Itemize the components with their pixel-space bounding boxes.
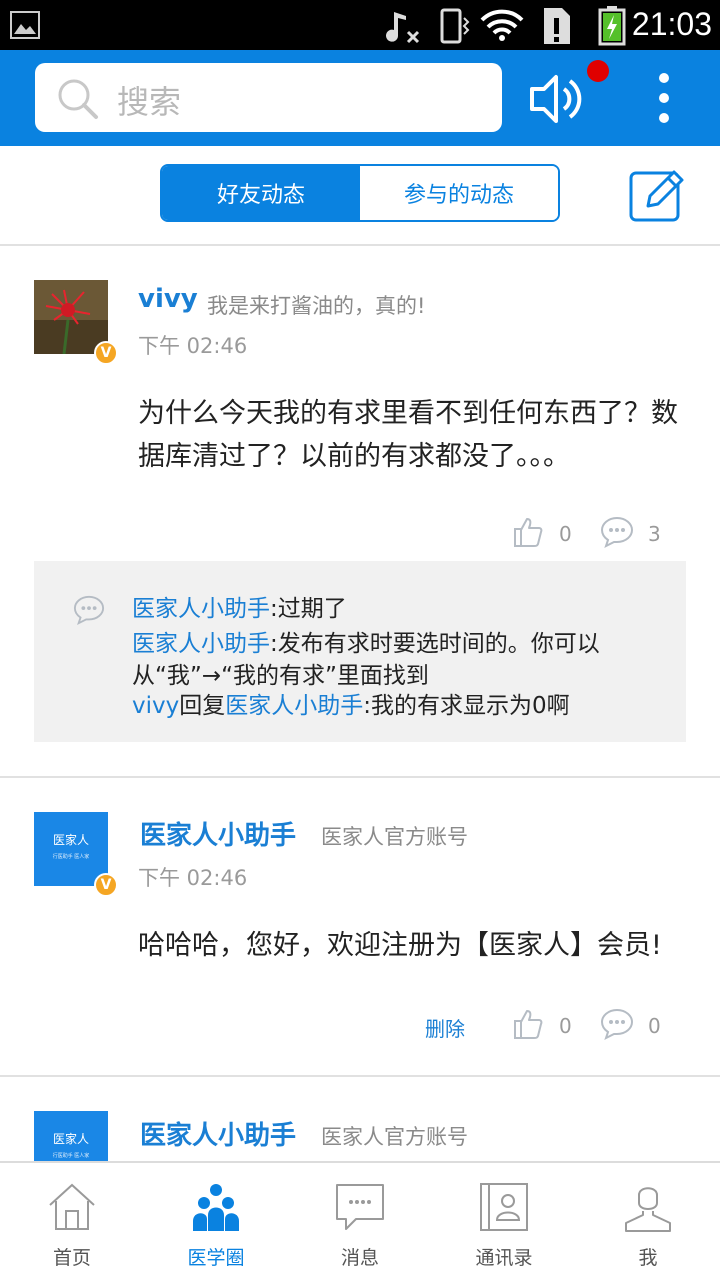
nav-contacts[interactable]: 通讯录 (432, 1163, 576, 1280)
user-icon (625, 1187, 671, 1232)
post-content: 为什么今天我的有求里看不到任何东西了？数据库清过了？以前的有求都没了。。。 (138, 398, 678, 472)
post-author-name[interactable]: 医家人小助手 (140, 1115, 296, 1152)
comment-item[interactable]: 医家人小助手:发布有求时要选时间的。你可以从“我”→“我的有求”里面找到 (132, 628, 672, 692)
comment-author[interactable]: 医家人小助手 (132, 596, 270, 622)
post-time: 下午 02:46 (138, 334, 248, 358)
comment-item[interactable]: vivy回复医家人小助手:我的有求显示为0啊 (132, 690, 570, 722)
avatar[interactable]: 医家人 行医助手 医人家 (34, 812, 108, 886)
status-bar: 21:03 (0, 0, 720, 50)
comment-author[interactable]: 医家人小助手 (132, 631, 270, 657)
avatar-subtext: 行医助手 医人家 (52, 854, 90, 860)
avatar-subtext: 行医助手 医人家 (52, 1153, 90, 1159)
avatar[interactable] (34, 280, 108, 354)
wifi-icon (480, 9, 524, 41)
tab-friends-feed[interactable]: 好友动态 (162, 166, 360, 220)
post-time: 下午 02:46 (138, 866, 248, 890)
nav-home-label: 首页 (52, 1247, 91, 1269)
nav-me[interactable]: 我 (576, 1163, 720, 1280)
comment-text: :我的有求显示为0啊 (363, 693, 570, 719)
divider (0, 244, 720, 246)
message-icon (336, 1184, 384, 1230)
gallery-notification-icon (10, 11, 40, 39)
nav-messages-label: 消息 (340, 1247, 379, 1269)
comment-item[interactable]: 医家人小助手:过期了 (132, 593, 347, 625)
divider (0, 776, 720, 778)
home-icon (49, 1183, 95, 1230)
nav-contacts-label: 通讯录 (475, 1247, 533, 1269)
comment-box: 医家人小助手:过期了 医家人小助手:发布有求时要选时间的。你可以从“我”→“我的… (34, 561, 686, 742)
comment-author[interactable]: vivy (132, 693, 179, 719)
nav-medical-circle[interactable]: 医学圈 (144, 1163, 288, 1280)
tab-participated-feed[interactable]: 参与的动态 (360, 166, 558, 220)
post-author-name[interactable]: vivy (138, 284, 198, 314)
nav-home[interactable]: 首页 (0, 1163, 144, 1280)
vibrate-icon (440, 8, 470, 44)
like-count: 0 (559, 1014, 572, 1038)
battery-charging-icon (598, 6, 626, 46)
avatar-text: 医家人 (52, 1132, 89, 1146)
group-icon (193, 1184, 239, 1231)
comment-count: 3 (648, 522, 661, 546)
music-muted-icon (386, 12, 420, 44)
search-input[interactable]: 搜索 (35, 63, 502, 132)
comment-reply-to[interactable]: 医家人小助手 (225, 693, 363, 719)
notification-dot (587, 60, 609, 82)
post-author-name[interactable]: 医家人小助手 (140, 815, 296, 852)
like-icon[interactable] (512, 516, 544, 548)
avatar-text: 医家人 (52, 833, 89, 847)
comment-bubble-icon (73, 595, 105, 626)
app-header: 搜索 (0, 50, 720, 146)
nav-messages[interactable]: 消息 (288, 1163, 432, 1280)
status-time: 21:03 (631, 6, 712, 42)
verified-badge: V (94, 873, 118, 897)
post-author-signature: 我是来打酱油的，真的! (207, 294, 426, 318)
avatar[interactable]: 医家人 行医助手 医人家 (34, 1111, 108, 1161)
comment-text: :过期了 (270, 596, 347, 622)
nav-me-label: 我 (638, 1247, 658, 1269)
contacts-icon (480, 1183, 528, 1231)
flower-avatar-image (34, 280, 108, 354)
like-icon[interactable] (512, 1008, 544, 1040)
bottom-navigation: 首页 医学圈 消息 通讯录 我 (0, 1161, 720, 1280)
post-author-signature: 医家人官方账号 (321, 825, 468, 849)
search-icon (58, 79, 98, 119)
verified-badge: V (94, 341, 118, 365)
post-author-signature: 医家人官方账号 (321, 1125, 468, 1149)
feed-tabs: 好友动态 参与的动态 (160, 164, 560, 222)
like-count: 0 (559, 522, 572, 546)
comment-icon[interactable] (599, 1007, 635, 1041)
comment-icon[interactable] (599, 515, 635, 549)
more-menu-icon[interactable] (652, 70, 676, 126)
divider (0, 1075, 720, 1077)
comment-reply-word: 回复 (179, 693, 226, 719)
compose-icon[interactable] (628, 165, 686, 223)
post-content: 哈哈哈，您好，欢迎注册为【医家人】会员! (138, 930, 662, 961)
nav-medical-circle-label: 医学圈 (187, 1247, 245, 1269)
sim-alert-icon (544, 8, 570, 44)
speaker-icon[interactable] (526, 67, 590, 131)
comment-count: 0 (648, 1014, 661, 1038)
delete-button[interactable]: 删除 (425, 1013, 465, 1042)
search-placeholder: 搜索 (117, 83, 182, 121)
